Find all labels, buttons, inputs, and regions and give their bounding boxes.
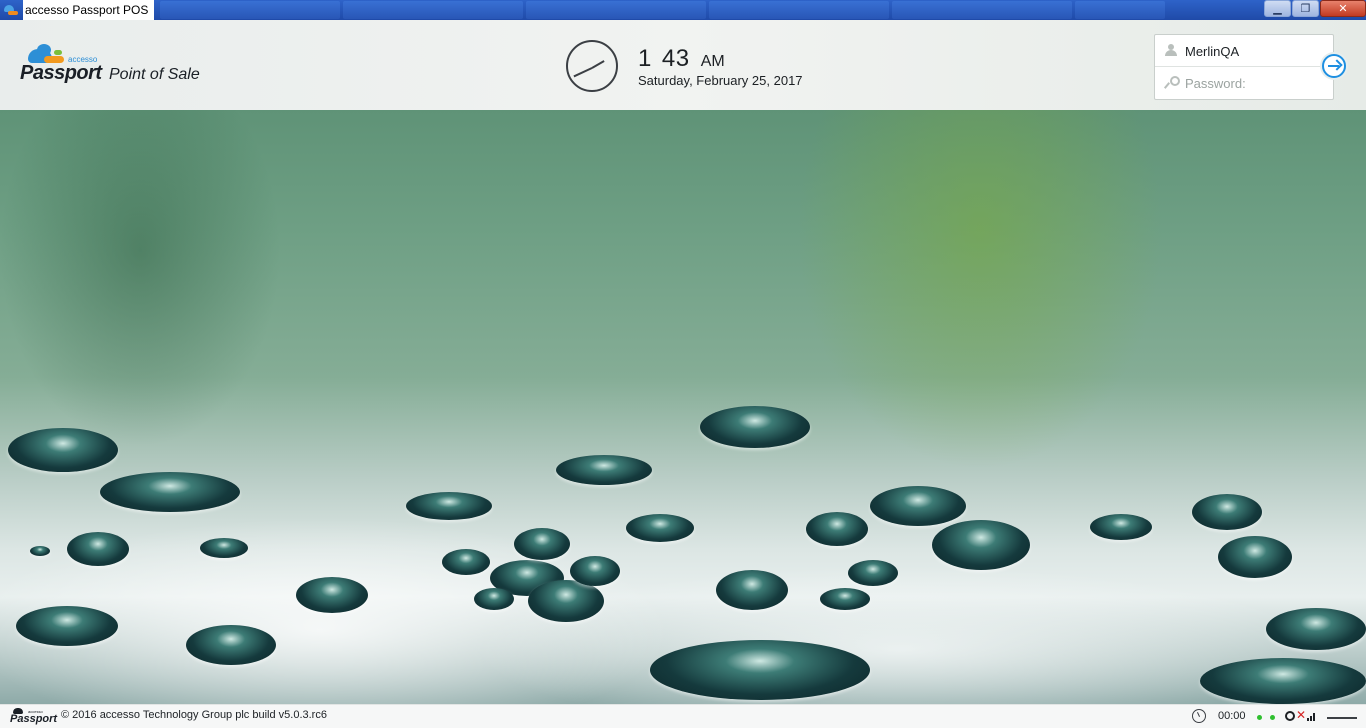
connection-error-mark: ✕ <box>1296 708 1307 722</box>
water-drop <box>700 406 810 448</box>
water-drop <box>1192 494 1262 530</box>
water-drop <box>650 640 870 700</box>
time-ampm: AM <box>700 53 725 70</box>
water-drop <box>406 492 492 520</box>
water-drop <box>296 577 368 613</box>
water-drop <box>820 588 870 610</box>
clock-hour-hand <box>591 60 605 69</box>
close-button[interactable]: ✕ <box>1320 0 1366 17</box>
taskbar-tab[interactable] <box>343 1 524 19</box>
water-drop <box>474 588 514 610</box>
username-field[interactable] <box>1185 41 1325 61</box>
minimize-button[interactable]: ▁ <box>1264 0 1291 17</box>
time-hour: 1 <box>638 45 652 72</box>
water-drop <box>1266 608 1366 650</box>
taskbar-tab[interactable] <box>709 1 890 19</box>
water-drop <box>870 486 966 526</box>
passport-logo: accesso Passport Point of Sale <box>20 44 210 90</box>
cloud-logo-leaf <box>54 50 62 55</box>
water-drop <box>67 532 129 566</box>
key-icon <box>1165 76 1180 88</box>
water-drop <box>716 570 788 610</box>
window-controls: ▁ ❐ ✕ <box>1263 0 1366 18</box>
clock-icon <box>1192 709 1206 723</box>
time-minute: 43 <box>661 45 690 72</box>
header-bar: accesso Passport Point of Sale 1 43 AM Sa… <box>0 20 1366 110</box>
taskbar-tab[interactable] <box>160 1 341 19</box>
footer-passport-logo: accesso Passport <box>10 707 58 727</box>
water-drop <box>100 472 240 512</box>
status-dot-icon <box>1257 715 1262 720</box>
cloud-logo-icon-part <box>37 44 51 56</box>
background-wallpaper <box>0 110 1366 704</box>
clock-minute-hand <box>573 67 593 78</box>
window-title-bar: accesso Passport POS ▁ ❐ ✕ <box>0 0 1366 20</box>
status-dot-icon <box>1270 715 1275 720</box>
menu-icon[interactable] <box>1327 717 1357 719</box>
water-drop <box>186 625 276 665</box>
water-drop <box>1200 658 1366 704</box>
logo-brand: Passport <box>20 62 102 84</box>
login-submit-arrow-icon[interactable] <box>1322 54 1346 78</box>
password-field[interactable] <box>1185 73 1325 93</box>
taskbar-tab[interactable] <box>1075 1 1166 19</box>
water-drop <box>514 528 570 560</box>
window-title: accesso Passport POS <box>23 0 155 20</box>
session-timer: 00:00 <box>1218 710 1246 722</box>
water-drop <box>932 520 1030 570</box>
app-icon <box>4 4 18 16</box>
water-drop <box>442 549 490 575</box>
water-drop <box>1090 514 1152 540</box>
water-drop <box>556 455 652 485</box>
connection-ring <box>1285 711 1295 721</box>
background-taskbar-tabs <box>160 0 1168 20</box>
status-bar: accesso Passport © 2016 accesso Technolo… <box>0 704 1366 728</box>
footer-logo-brand: Passport <box>10 713 58 725</box>
user-icon <box>1165 44 1177 56</box>
copyright-build-info: © 2016 accesso Technology Group plc buil… <box>61 709 327 721</box>
water-drop <box>1218 536 1292 578</box>
water-drop <box>848 560 898 586</box>
restore-button[interactable]: ❐ <box>1292 0 1319 17</box>
water-drop <box>8 428 118 472</box>
username-row <box>1155 35 1333 67</box>
water-drop <box>30 546 50 556</box>
water-drop <box>806 512 868 546</box>
water-drop <box>528 580 604 622</box>
water-drop <box>200 538 248 558</box>
connection-status-icon[interactable]: ✕ <box>1285 708 1319 724</box>
password-row <box>1155 67 1333 99</box>
taskbar-tab[interactable] <box>526 1 707 19</box>
current-time: 1 43 AM <box>638 45 725 73</box>
clock-icon <box>566 40 618 92</box>
login-form <box>1154 34 1334 100</box>
current-date: Saturday, February 25, 2017 <box>638 73 803 88</box>
water-drop <box>626 514 694 542</box>
logo-product: Point of Sale <box>109 66 200 83</box>
signal-bars-icon <box>1307 713 1315 721</box>
water-drop <box>570 556 620 586</box>
taskbar-tab[interactable] <box>892 1 1073 19</box>
water-drop <box>16 606 118 646</box>
